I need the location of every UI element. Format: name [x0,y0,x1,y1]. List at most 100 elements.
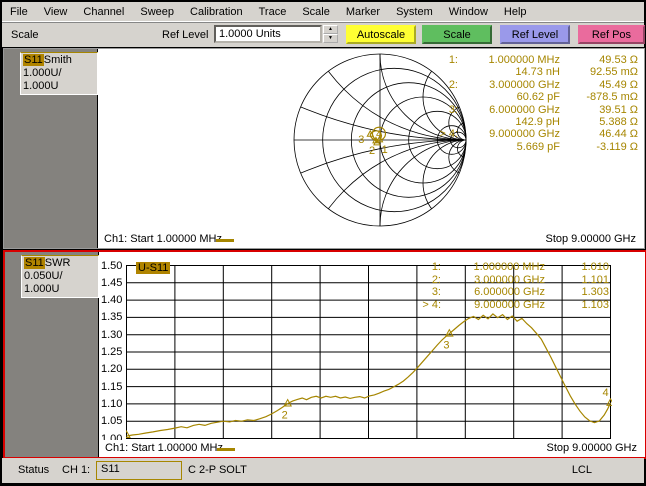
menu-item-marker[interactable]: Marker [338,4,388,20]
sweep-stop-label: Stop 9.00000 GHz [545,233,636,245]
menu-item-scale[interactable]: Scale [294,4,338,20]
marker-stimulus: 142.9 pH [515,116,560,129]
marker-value: 1.010 [581,261,609,273]
smith-sweep-strip: Ch1: Start 1.00000 MHz Stop 9.00000 GHz [98,231,644,248]
status-label: Status [18,464,50,476]
marker-readout-row: 14.73 nH 92.55 mΩ [424,66,638,78]
marker-number [424,116,458,128]
sweep-stop-label: Stop 9.00000 GHz [546,442,637,454]
marker-label: 3 [443,340,449,352]
marker-label: 1 [382,144,388,156]
swr-marker-readout: 1: 1.000000 MHz 1.010 2: 3.000000 GHz 1.101 3:… [405,261,609,312]
smith-plot-area: 1234 1: 1.000000 MHz 49.53 Ω 14.73 nH 92.55 … [98,49,644,248]
spinner-down-icon[interactable]: ▼ [323,34,338,43]
ref-level-button[interactable]: Ref Level [500,25,570,44]
y-axis-tick-label: 1.35 [101,311,123,324]
marker-stimulus: 60.62 pF [516,91,560,104]
ref-pos-button[interactable]: Ref Pos [578,25,645,44]
sweep-start-label: Ch1: Start 1.00000 MHz [105,442,224,454]
marker-label: 3 [358,134,364,146]
marker-readout-row: > 4: 9.000000 GHz 1.103 [405,299,609,312]
y-axis-tick-label: 1.20 [101,363,123,376]
marker-value: 1.101 [581,273,609,286]
menu-bar: File View Channel Sweep Calibration Trace Scal… [2,2,644,22]
marker-number: 2: [431,273,441,286]
marker-stimulus: 14.73 nH [515,66,560,79]
trace-info-box-swr[interactable]: S11SWR 0.050U/ 1.000U [21,255,99,298]
smith-marker-readout: 1: 1.000000 MHz 49.53 Ω 14.73 nH 92.55 mΩ 2: 3… [424,54,638,153]
menu-item-channel[interactable]: Channel [75,4,132,20]
spinner-up-icon[interactable]: ▲ [323,25,338,34]
channel-window-smith: S11Smith 1.000U/ 1.000U 1234 1: 1.000000 … [3,48,645,249]
vna-application-window: File View Channel Sweep Calibration Trace Scal… [0,0,646,486]
menu-item-help[interactable]: Help [496,4,535,20]
marker-stimulus: 1.000000 MHz [488,54,560,66]
active-trace-field[interactable]: S11 [96,461,182,480]
marker-stimulus: 6.000000 GHz [489,103,560,116]
calibration-status: C 2-P SOLT [188,464,247,476]
marker-value: 1.103 [581,299,609,312]
menu-item-calibration[interactable]: Calibration [182,4,251,20]
marker-label: 2 [282,410,288,422]
y-axis-tick-label: 1.40 [101,294,123,307]
marker-stimulus: 5.669 pF [516,140,560,153]
marker-number: 3: [448,103,458,116]
trace-ref-value: 1.000U [23,80,59,92]
lcl-mode-indicator: LCL [571,464,592,476]
menu-item-file[interactable]: File [2,4,36,20]
trace-scale-value: 0.050U/ [24,270,63,282]
ref-level-input[interactable] [214,25,322,43]
marker-value: -878.5 mΩ [586,91,638,104]
y-axis-tick-label: 1.15 [101,380,123,393]
y-axis-tick-label: 1.05 [101,415,123,428]
y-axis-tick-label: 1.45 [101,276,123,289]
ref-level-spinner: ▲ ▼ [323,25,338,43]
menu-item-system[interactable]: System [388,4,441,20]
marker-number: 2: [448,78,458,91]
channel-label: CH 1: [62,464,91,476]
marker-readout-row: 2: 3.000000 GHz 45.49 Ω [424,79,638,91]
trace-info-box-smith[interactable]: S11Smith 1.000U/ 1.000U [20,52,98,95]
status-bar: Status CH 1: S11 C 2-P SOLT LCL [2,458,644,483]
trace-scale-value: 1.000U/ [23,67,62,79]
marker-number [424,91,458,103]
scale-button[interactable]: Scale [422,25,492,44]
menu-item-trace[interactable]: Trace [251,4,295,20]
marker-number: 1: [448,54,458,66]
y-axis-tick-label: 1.25 [101,346,123,358]
trace-format-label: SWR [44,257,71,269]
menu-item-view[interactable]: View [36,4,76,20]
marker-stimulus: 9.000000 GHz [474,299,545,312]
marker-readout-row: 2: 3.000000 GHz 1.101 [405,274,609,287]
swr-sweep-strip: Ch1: Start 1.00000 MHz Stop 9.00000 GHz [99,440,645,457]
marker-stimulus: 3.000000 GHz [474,273,545,286]
trace-parameter-badge[interactable]: S11 [24,257,45,269]
marker-value: 46.44 Ω [599,128,638,141]
marker-number: > 4: [439,128,458,141]
sweep-indicator [217,448,235,451]
marker-stimulus: 6.000000 GHz [474,286,545,299]
menu-item-sweep[interactable]: Sweep [132,4,182,20]
channel-window-swr: S11SWR 0.050U/ 1.000U 1.50 1.45 1.40 1.35 1.… [3,250,646,459]
marker-number: 1: [431,261,441,273]
trace-status-column-swr: S11SWR 0.050U/ 1.000U [5,252,99,457]
menu-item-window[interactable]: Window [441,4,496,20]
marker-readout-row: 1: 1.000000 MHz 1.010 [405,261,609,274]
marker-readout-row: 142.9 pH 5.388 Ω [424,116,638,128]
trace-format-label: Smith [43,54,72,66]
trace-parameter-badge[interactable]: S11 [23,54,44,66]
marker-label: 4 [603,387,609,399]
marker-number: > 4: [422,299,441,312]
marker-number [424,141,458,153]
sweep-indicator [216,239,234,242]
swr-plot-area: 1.50 1.45 1.40 1.35 1.30 1.25 1.20 1.15 1.10 1.05… [99,252,645,457]
y-axis-tick-label: 1.50 [101,259,123,272]
autoscale-button[interactable]: Autoscale [346,25,416,44]
marker-readout-row: 3: 6.000000 GHz 1.303 [405,286,609,299]
marker-readout-row: 1: 1.000000 MHz 49.53 Ω [424,54,638,66]
sweep-start-label: Ch1: Start 1.00000 MHz [104,233,223,245]
marker-value: 45.49 Ω [599,78,638,91]
marker-value: 5.388 Ω [599,116,638,129]
marker-readout-row: 3: 6.000000 GHz 39.51 Ω [424,104,638,116]
series-label[interactable]: U-S11 [136,262,171,274]
